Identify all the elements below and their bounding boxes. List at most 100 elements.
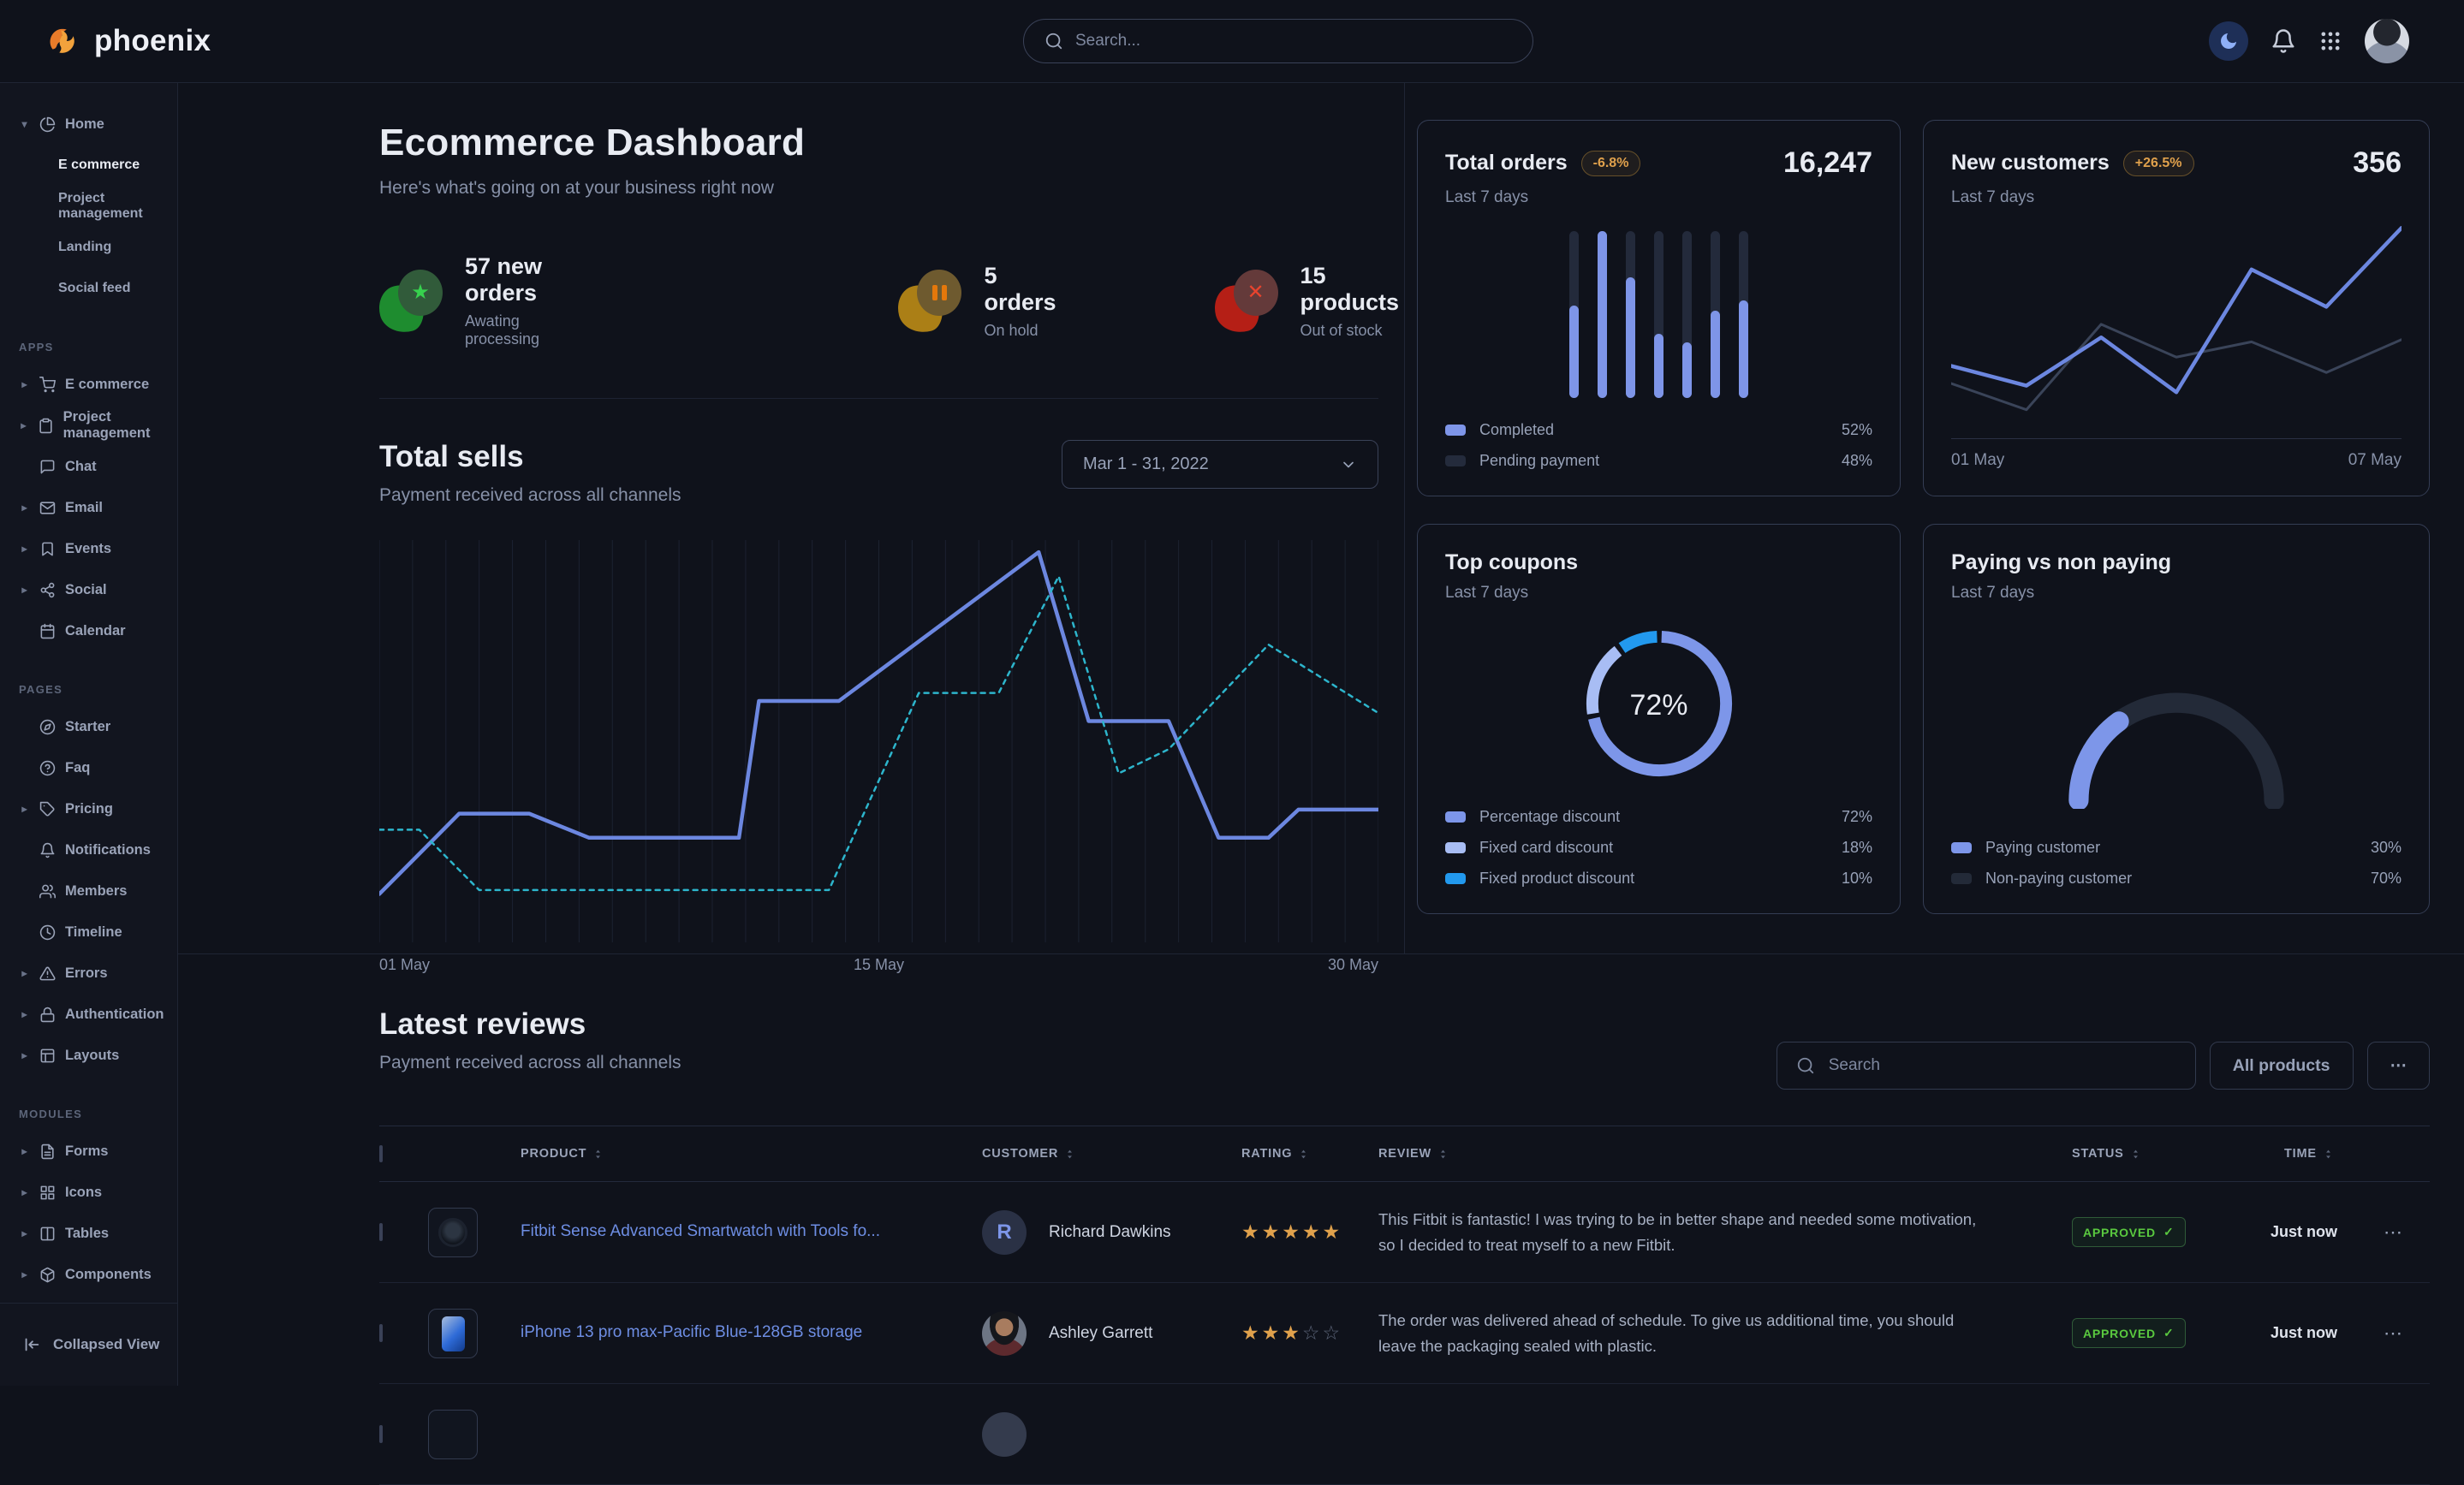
column-header-customer[interactable]: CUSTOMER bbox=[982, 1147, 1224, 1161]
stat-subtitle: On hold bbox=[984, 322, 1056, 340]
user-avatar[interactable] bbox=[2365, 19, 2409, 63]
sidebar-item-timeline[interactable]: Timeline bbox=[19, 912, 177, 953]
sidebar-item-label: Layouts bbox=[65, 1048, 119, 1064]
brand[interactable]: phoenix bbox=[43, 21, 211, 61]
column-header-product[interactable]: PRODUCT bbox=[521, 1147, 982, 1161]
sidebar-item-label: Components bbox=[65, 1267, 152, 1283]
customer-name: Ashley Garrett bbox=[1049, 1324, 1152, 1343]
sidebar-item-project-management[interactable]: ▸Project management bbox=[19, 405, 177, 446]
table-icon bbox=[39, 1226, 56, 1242]
row-more-options[interactable]: ⋯ bbox=[2372, 1322, 2430, 1345]
sidebar-item-home[interactable]: ▾ Home bbox=[19, 104, 177, 145]
sidebar-item-e-commerce[interactable]: E commerce bbox=[19, 145, 177, 186]
stat-on-hold: 5 ordersOn hold bbox=[898, 263, 1056, 340]
row-checkbox[interactable] bbox=[379, 1223, 383, 1241]
customer-name: Richard Dawkins bbox=[1049, 1223, 1171, 1242]
column-header-time[interactable]: TIME bbox=[2260, 1147, 2372, 1161]
all-products-button[interactable]: All products bbox=[2210, 1042, 2354, 1090]
more-options-button[interactable]: ⋯ bbox=[2367, 1042, 2431, 1090]
chevron-right-icon: ▸ bbox=[19, 543, 30, 555]
sidebar-item-landing[interactable]: Landing bbox=[19, 227, 177, 268]
product-link[interactable]: iPhone 13 pro max-Pacific Blue-128GB sto… bbox=[521, 1323, 896, 1341]
sidebar-item-social[interactable]: ▸Social bbox=[19, 569, 177, 610]
date-range-select[interactable]: Mar 1 - 31, 2022 bbox=[1062, 440, 1378, 489]
paying-gauge-chart bbox=[1951, 603, 2402, 839]
column-header-status[interactable]: STATUS bbox=[2055, 1147, 2260, 1161]
product-thumbnail-blank bbox=[428, 1410, 478, 1459]
total-sells-title: Total sells bbox=[379, 440, 681, 474]
calendar-icon bbox=[39, 623, 56, 639]
x-label: 15 May bbox=[854, 956, 904, 974]
row-more-options[interactable]: ⋯ bbox=[2372, 1221, 2430, 1244]
stat-text: 5 ordersOn hold bbox=[984, 263, 1056, 340]
chevron-right-icon: ▸ bbox=[19, 1145, 30, 1157]
star-empty-icon: ☆ bbox=[1323, 1322, 1343, 1344]
nine-dots-icon bbox=[2318, 29, 2342, 53]
bar-track bbox=[1598, 231, 1607, 398]
column-header-rating[interactable]: RATING bbox=[1224, 1147, 1378, 1161]
bar-fill bbox=[1569, 306, 1579, 397]
sidebar-item-e-commerce[interactable]: ▸E commerce bbox=[19, 364, 177, 405]
sidebar-home-children: E commerceProject managementLandingSocia… bbox=[19, 145, 177, 309]
notifications-button[interactable] bbox=[2271, 28, 2296, 54]
bar-track bbox=[1626, 231, 1635, 398]
chevron-right-icon: ▸ bbox=[19, 378, 30, 390]
product-link[interactable]: Fitbit Sense Advanced Smartwatch with To… bbox=[521, 1222, 914, 1240]
sidebar-item-events[interactable]: ▸Events bbox=[19, 528, 177, 569]
sidebar-item-members[interactable]: Members bbox=[19, 870, 177, 912]
row-checkbox[interactable] bbox=[379, 1324, 383, 1342]
sidebar-item-calendar[interactable]: Calendar bbox=[19, 610, 177, 651]
global-search-input[interactable] bbox=[1075, 32, 1512, 50]
sidebar-item-forms[interactable]: ▸ Forms bbox=[19, 1131, 177, 1172]
sidebar-item-social-feed[interactable]: Social feed bbox=[19, 268, 177, 309]
sidebar-item-components[interactable]: ▸ Components bbox=[19, 1254, 177, 1295]
sort-icon bbox=[2323, 1149, 2334, 1160]
collapsed-view-toggle[interactable]: Collapsed View bbox=[0, 1303, 177, 1386]
sidebar-item-label: Forms bbox=[65, 1143, 108, 1160]
legend-value: 72% bbox=[1842, 808, 1872, 826]
dashboard-right-column: Total orders -6.8% 16,247 Last 7 days Co… bbox=[1405, 83, 2464, 953]
reviews-search-input[interactable] bbox=[1829, 1056, 2176, 1075]
cell-rating: ★★★★★ bbox=[1224, 1221, 1378, 1244]
total-orders-card: Total orders -6.8% 16,247 Last 7 days Co… bbox=[1417, 120, 1901, 496]
theme-toggle-button[interactable] bbox=[2209, 21, 2248, 61]
sidebar-item-layouts[interactable]: ▸Layouts bbox=[19, 1035, 177, 1076]
bar-track bbox=[1682, 231, 1692, 398]
sidebar-item-starter[interactable]: Starter bbox=[19, 706, 177, 747]
sidebar-item-email[interactable]: ▸Email bbox=[19, 487, 177, 528]
apps-menu-button[interactable] bbox=[2318, 29, 2342, 53]
sidebar-item-label: Notifications bbox=[65, 842, 151, 858]
sidebar-item-faq[interactable]: Faq bbox=[19, 747, 177, 788]
chevron-right-icon: ▸ bbox=[19, 1268, 30, 1280]
reviews-table: PRODUCT CUSTOMER RATING REVIEW STATUS bbox=[379, 1126, 2430, 1485]
column-header-review[interactable]: REVIEW bbox=[1378, 1147, 2055, 1161]
users-icon bbox=[39, 883, 56, 900]
cell-review: The order was delivered ahead of schedul… bbox=[1378, 1308, 2055, 1358]
sidebar-item-project-management[interactable]: Project management bbox=[19, 186, 177, 227]
customer-avatar: R bbox=[982, 1210, 1027, 1255]
new-customers-chart bbox=[1951, 219, 2402, 439]
select-all-checkbox[interactable] bbox=[379, 1145, 383, 1162]
latest-reviews-subtitle: Payment received across all channels bbox=[379, 1053, 681, 1073]
row-checkbox[interactable] bbox=[379, 1425, 383, 1443]
main-content: Ecommerce Dashboard Here's what's going … bbox=[178, 83, 2464, 1386]
sidebar-item-chat[interactable]: Chat bbox=[19, 446, 177, 487]
sidebar-item-label: Errors bbox=[65, 965, 108, 982]
sidebar-item-tables[interactable]: ▸Tables bbox=[19, 1213, 177, 1254]
chevron-right-icon: ▸ bbox=[19, 1227, 30, 1239]
phoenix-logo-icon bbox=[43, 21, 82, 61]
product-link[interactable] bbox=[521, 1424, 555, 1442]
bar-track bbox=[1654, 231, 1663, 398]
sidebar-item-authentication[interactable]: ▸Authentication bbox=[19, 994, 177, 1035]
legend-swatch bbox=[1445, 455, 1466, 466]
sidebar-item-icons[interactable]: ▸Icons bbox=[19, 1172, 177, 1213]
card-title: Top coupons bbox=[1445, 550, 1578, 575]
sidebar-item-notifications[interactable]: Notifications bbox=[19, 829, 177, 870]
chevron-right-icon: ▸ bbox=[19, 584, 30, 596]
x-label: 07 May bbox=[2348, 451, 2402, 470]
sidebar-item-pricing[interactable]: ▸Pricing bbox=[19, 788, 177, 829]
sidebar-item-label: Home bbox=[65, 116, 104, 133]
sidebar-item-errors[interactable]: ▸Errors bbox=[19, 953, 177, 994]
cell-time: Just now bbox=[2260, 1223, 2372, 1241]
card-period: Last 7 days bbox=[1445, 584, 1872, 603]
